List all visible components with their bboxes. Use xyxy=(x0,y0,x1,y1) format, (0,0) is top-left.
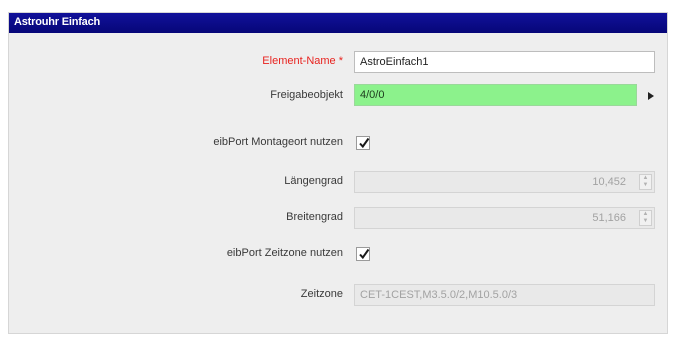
laengengrad-input[interactable]: 10,452 ▲ ▼ xyxy=(354,171,655,193)
astrouhr-panel: Astrouhr Einfach Element-Name * AstroEin… xyxy=(8,12,668,334)
spinner-up-icon: ▲ xyxy=(642,175,649,181)
breitengrad-spinner[interactable]: ▲ ▼ xyxy=(639,210,652,226)
triangle-right-icon xyxy=(648,91,654,100)
checkmark-icon xyxy=(359,137,370,149)
element-name-input[interactable]: AstroEinfach1 xyxy=(354,51,655,73)
panel-title-bar: Astrouhr Einfach xyxy=(9,13,667,33)
zeitzone-label: Zeitzone xyxy=(300,288,343,300)
freigabeobjekt-field[interactable]: 4/0/0 xyxy=(354,84,637,106)
freigabeobjekt-label: Freigabeobjekt xyxy=(270,89,343,101)
breitengrad-label: Breitengrad xyxy=(286,211,343,223)
checkmark-icon xyxy=(359,248,370,260)
freigabeobjekt-select-button[interactable] xyxy=(644,84,658,106)
zeitzone-nutzen-label: eibPort Zeitzone nutzen xyxy=(226,247,343,259)
laengengrad-value: 10,452 xyxy=(592,176,626,188)
spinner-up-icon: ▲ xyxy=(642,211,649,217)
panel-title: Astrouhr Einfach xyxy=(14,16,101,28)
element-name-label: Element-Name * xyxy=(262,55,343,67)
zeitzone-input[interactable]: CET-1CEST,M3.5.0/2,M10.5.0/3 xyxy=(354,284,655,306)
montageort-label: eibPort Montageort nutzen xyxy=(213,136,343,148)
spinner-down-icon: ▼ xyxy=(642,218,649,224)
breitengrad-input[interactable]: 51,166 ▲ ▼ xyxy=(354,207,655,229)
laengengrad-spinner[interactable]: ▲ ▼ xyxy=(639,174,652,190)
zeitzone-nutzen-checkbox[interactable] xyxy=(356,247,370,261)
laengengrad-label: Längengrad xyxy=(284,175,343,187)
breitengrad-value: 51,166 xyxy=(592,212,626,224)
spinner-down-icon: ▼ xyxy=(642,182,649,188)
montageort-checkbox[interactable] xyxy=(356,136,370,150)
page: Astrouhr Einfach Element-Name * AstroEin… xyxy=(0,0,676,345)
